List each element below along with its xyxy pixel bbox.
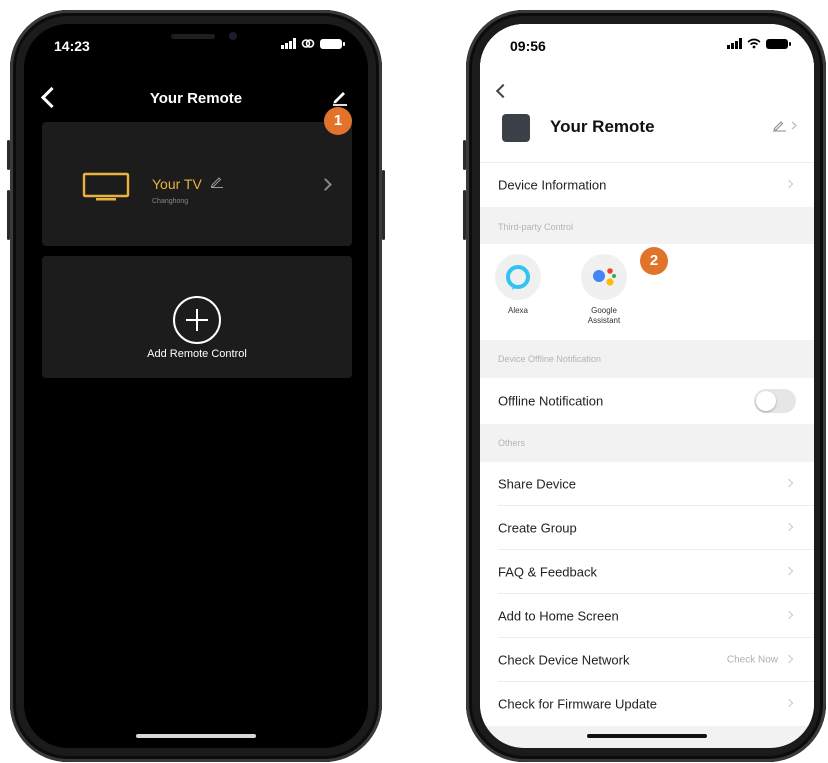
device-brand: Changhong	[152, 198, 189, 205]
right-screen: 09:56 Your Remote Device Information Thi…	[480, 24, 814, 748]
chevron-right-icon	[319, 178, 332, 191]
battery-icon	[320, 38, 345, 49]
device-title: Your Remote	[550, 117, 655, 136]
google-assistant-icon	[581, 254, 627, 300]
battery-icon	[766, 38, 791, 49]
google-assistant-label-line1: Google	[591, 306, 617, 315]
chevron-right-icon	[784, 654, 794, 664]
status-time: 09:56	[510, 38, 546, 54]
chevron-right-icon	[784, 522, 794, 532]
section-header-third-party: Third-party Control	[498, 222, 574, 232]
tv-icon	[82, 172, 130, 201]
section-header-others: Others	[498, 438, 526, 448]
side-button	[382, 170, 385, 240]
create-group-row[interactable]: Create Group	[480, 506, 814, 550]
section-header-offline: Device Offline Notification	[498, 354, 601, 364]
home-indicator	[587, 734, 707, 738]
row-label: Device Information	[498, 177, 607, 193]
left-screen: 14:23 Your Remote Your TV Changhong Add …	[24, 24, 368, 748]
device-thumbnail-icon	[502, 114, 530, 142]
offline-notification-toggle[interactable]	[754, 389, 796, 413]
check-device-network-row[interactable]: Check Device Network Check Now	[480, 638, 814, 682]
chevron-right-icon	[784, 610, 794, 620]
edit-pencil-icon[interactable]	[330, 86, 350, 106]
status-time: 14:23	[54, 38, 90, 54]
row-label: Check Device Network	[498, 652, 630, 668]
step-badge-2: 2	[640, 247, 668, 275]
chevron-right-icon	[784, 566, 794, 576]
faq-feedback-row[interactable]: FAQ & Feedback	[480, 550, 814, 594]
status-bar: 09:56	[480, 24, 814, 68]
google-assistant-item[interactable]: Google Assistant	[574, 254, 634, 326]
alexa-icon	[495, 254, 541, 300]
firmware-update-row[interactable]: Check for Firmware Update	[480, 682, 814, 726]
chevron-right-icon	[784, 478, 794, 488]
row-label: FAQ & Feedback	[498, 564, 597, 580]
add-plus-icon	[173, 296, 221, 344]
alexa-item[interactable]: Alexa	[488, 254, 548, 316]
home-indicator	[136, 734, 256, 738]
row-label: Check for Firmware Update	[498, 696, 657, 712]
back-chevron-icon[interactable]	[495, 83, 511, 99]
add-remote-card[interactable]: Add Remote Control	[42, 256, 352, 378]
signal-icon	[727, 38, 742, 49]
edit-name-icon[interactable]	[772, 118, 800, 132]
step-badge-1: 1	[324, 107, 352, 135]
row-label: Add to Home Screen	[498, 608, 619, 624]
add-remote-label: Add Remote Control	[147, 348, 247, 360]
offline-notification-row: Offline Notification	[480, 378, 814, 424]
device-card[interactable]: Your TV Changhong	[42, 122, 352, 246]
check-now-text: Check Now	[726, 654, 778, 666]
device-information-row[interactable]: Device Information	[480, 162, 814, 207]
device-name: Your TV	[152, 176, 202, 192]
row-label: Offline Notification	[498, 393, 604, 409]
chevron-right-icon	[784, 179, 794, 189]
share-device-row[interactable]: Share Device	[480, 462, 814, 506]
side-button	[7, 190, 10, 240]
add-to-home-screen-row[interactable]: Add to Home Screen	[480, 594, 814, 638]
side-button	[7, 140, 10, 170]
status-bar: 14:23	[24, 24, 368, 68]
side-button	[463, 190, 466, 240]
row-label: Share Device	[498, 476, 577, 492]
row-label: Create Group	[498, 520, 577, 536]
link-icon	[301, 39, 315, 48]
chevron-right-icon	[784, 698, 794, 708]
side-button	[463, 140, 466, 170]
page-title: Your Remote	[149, 90, 243, 107]
alexa-label: Alexa	[507, 306, 528, 315]
nav-bar: Your Remote	[24, 86, 368, 126]
wifi-icon	[747, 38, 761, 49]
google-assistant-label-line2: Assistant	[587, 316, 621, 325]
signal-icon	[281, 38, 296, 49]
rename-pencil-icon[interactable]	[210, 174, 224, 188]
